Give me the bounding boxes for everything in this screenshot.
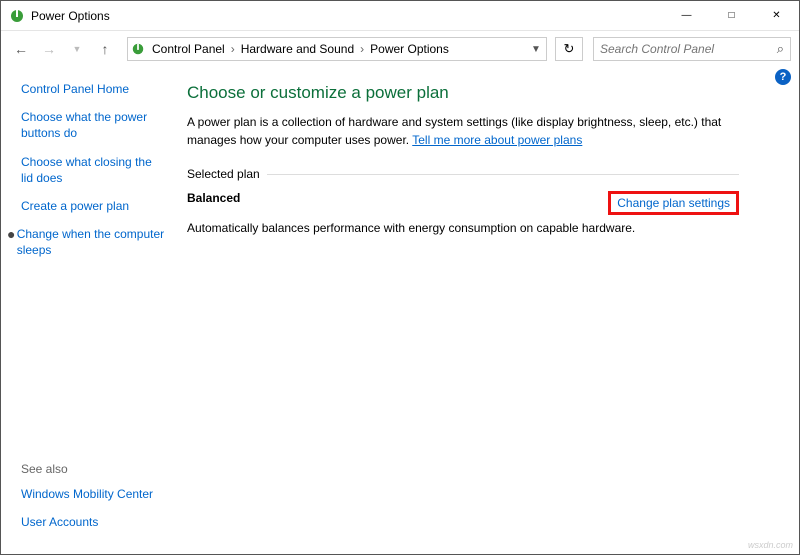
see-also: See also Windows Mobility Center User Ac… <box>21 462 167 544</box>
sidebar: Control Panel Home Choose what the power… <box>1 67 181 554</box>
search-box[interactable]: ⌕ <box>593 37 791 61</box>
main-content: Choose or customize a power plan A power… <box>181 67 799 554</box>
sidebar-link-closing-lid[interactable]: Choose what closing the lid does <box>21 154 167 186</box>
plan-row: Balanced Change plan settings <box>187 191 739 215</box>
see-also-user-accounts[interactable]: User Accounts <box>21 514 167 530</box>
window-title: Power Options <box>31 9 110 23</box>
close-button[interactable]: ✕ <box>754 1 799 30</box>
recent-dropdown[interactable]: ▼ <box>65 37 89 61</box>
plan-description: Automatically balances performance with … <box>187 221 739 235</box>
breadcrumb-item[interactable]: Hardware and Sound <box>237 42 358 56</box>
search-input[interactable] <box>600 42 777 56</box>
sidebar-link-change-sleep[interactable]: ● Change when the computer sleeps <box>7 226 167 258</box>
maximize-button[interactable]: □ <box>709 1 754 30</box>
control-panel-home-link[interactable]: Control Panel Home <box>21 81 167 97</box>
chevron-right-icon: › <box>229 42 237 56</box>
see-also-mobility-center[interactable]: Windows Mobility Center <box>21 486 167 502</box>
selected-plan-label: Selected plan <box>187 167 739 181</box>
page-description: A power plan is a collection of hardware… <box>187 113 739 149</box>
refresh-button[interactable]: ↻ <box>555 37 583 61</box>
chevron-right-icon: › <box>358 42 366 56</box>
up-button[interactable]: ↑ <box>93 37 117 61</box>
back-button[interactable]: ← <box>9 37 33 61</box>
breadcrumb-item[interactable]: Control Panel <box>148 42 229 56</box>
address-dropdown-icon[interactable]: ▼ <box>526 44 546 55</box>
address-bar[interactable]: Control Panel › Hardware and Sound › Pow… <box>127 37 547 61</box>
minimize-button[interactable]: — <box>664 1 709 30</box>
sidebar-link-power-buttons[interactable]: Choose what the power buttons do <box>21 109 167 141</box>
window-controls: — □ ✕ <box>664 1 799 30</box>
current-page-indicator-icon: ● <box>7 227 17 241</box>
tell-me-more-link[interactable]: Tell me more about power plans <box>412 133 582 147</box>
change-plan-settings-link[interactable]: Change plan settings <box>608 191 739 215</box>
help-icon[interactable]: ? <box>775 69 791 85</box>
forward-button[interactable]: → <box>37 37 61 61</box>
watermark: wsxdn.com <box>748 540 793 550</box>
sidebar-item-label: Change when the computer sleeps <box>17 226 167 258</box>
content-body: Control Panel Home Choose what the power… <box>1 67 799 554</box>
power-options-icon <box>128 42 148 56</box>
titlebar: Power Options — □ ✕ <box>1 1 799 31</box>
breadcrumb-item[interactable]: Power Options <box>366 42 453 56</box>
power-options-icon <box>9 8 25 24</box>
page-heading: Choose or customize a power plan <box>187 83 739 103</box>
search-icon: ⌕ <box>777 41 784 57</box>
navbar: ← → ▼ ↑ Control Panel › Hardware and Sou… <box>1 31 799 67</box>
plan-name: Balanced <box>187 191 240 205</box>
sidebar-link-create-plan[interactable]: Create a power plan <box>21 198 167 214</box>
breadcrumb: Control Panel › Hardware and Sound › Pow… <box>148 42 526 56</box>
see-also-title: See also <box>21 462 167 476</box>
